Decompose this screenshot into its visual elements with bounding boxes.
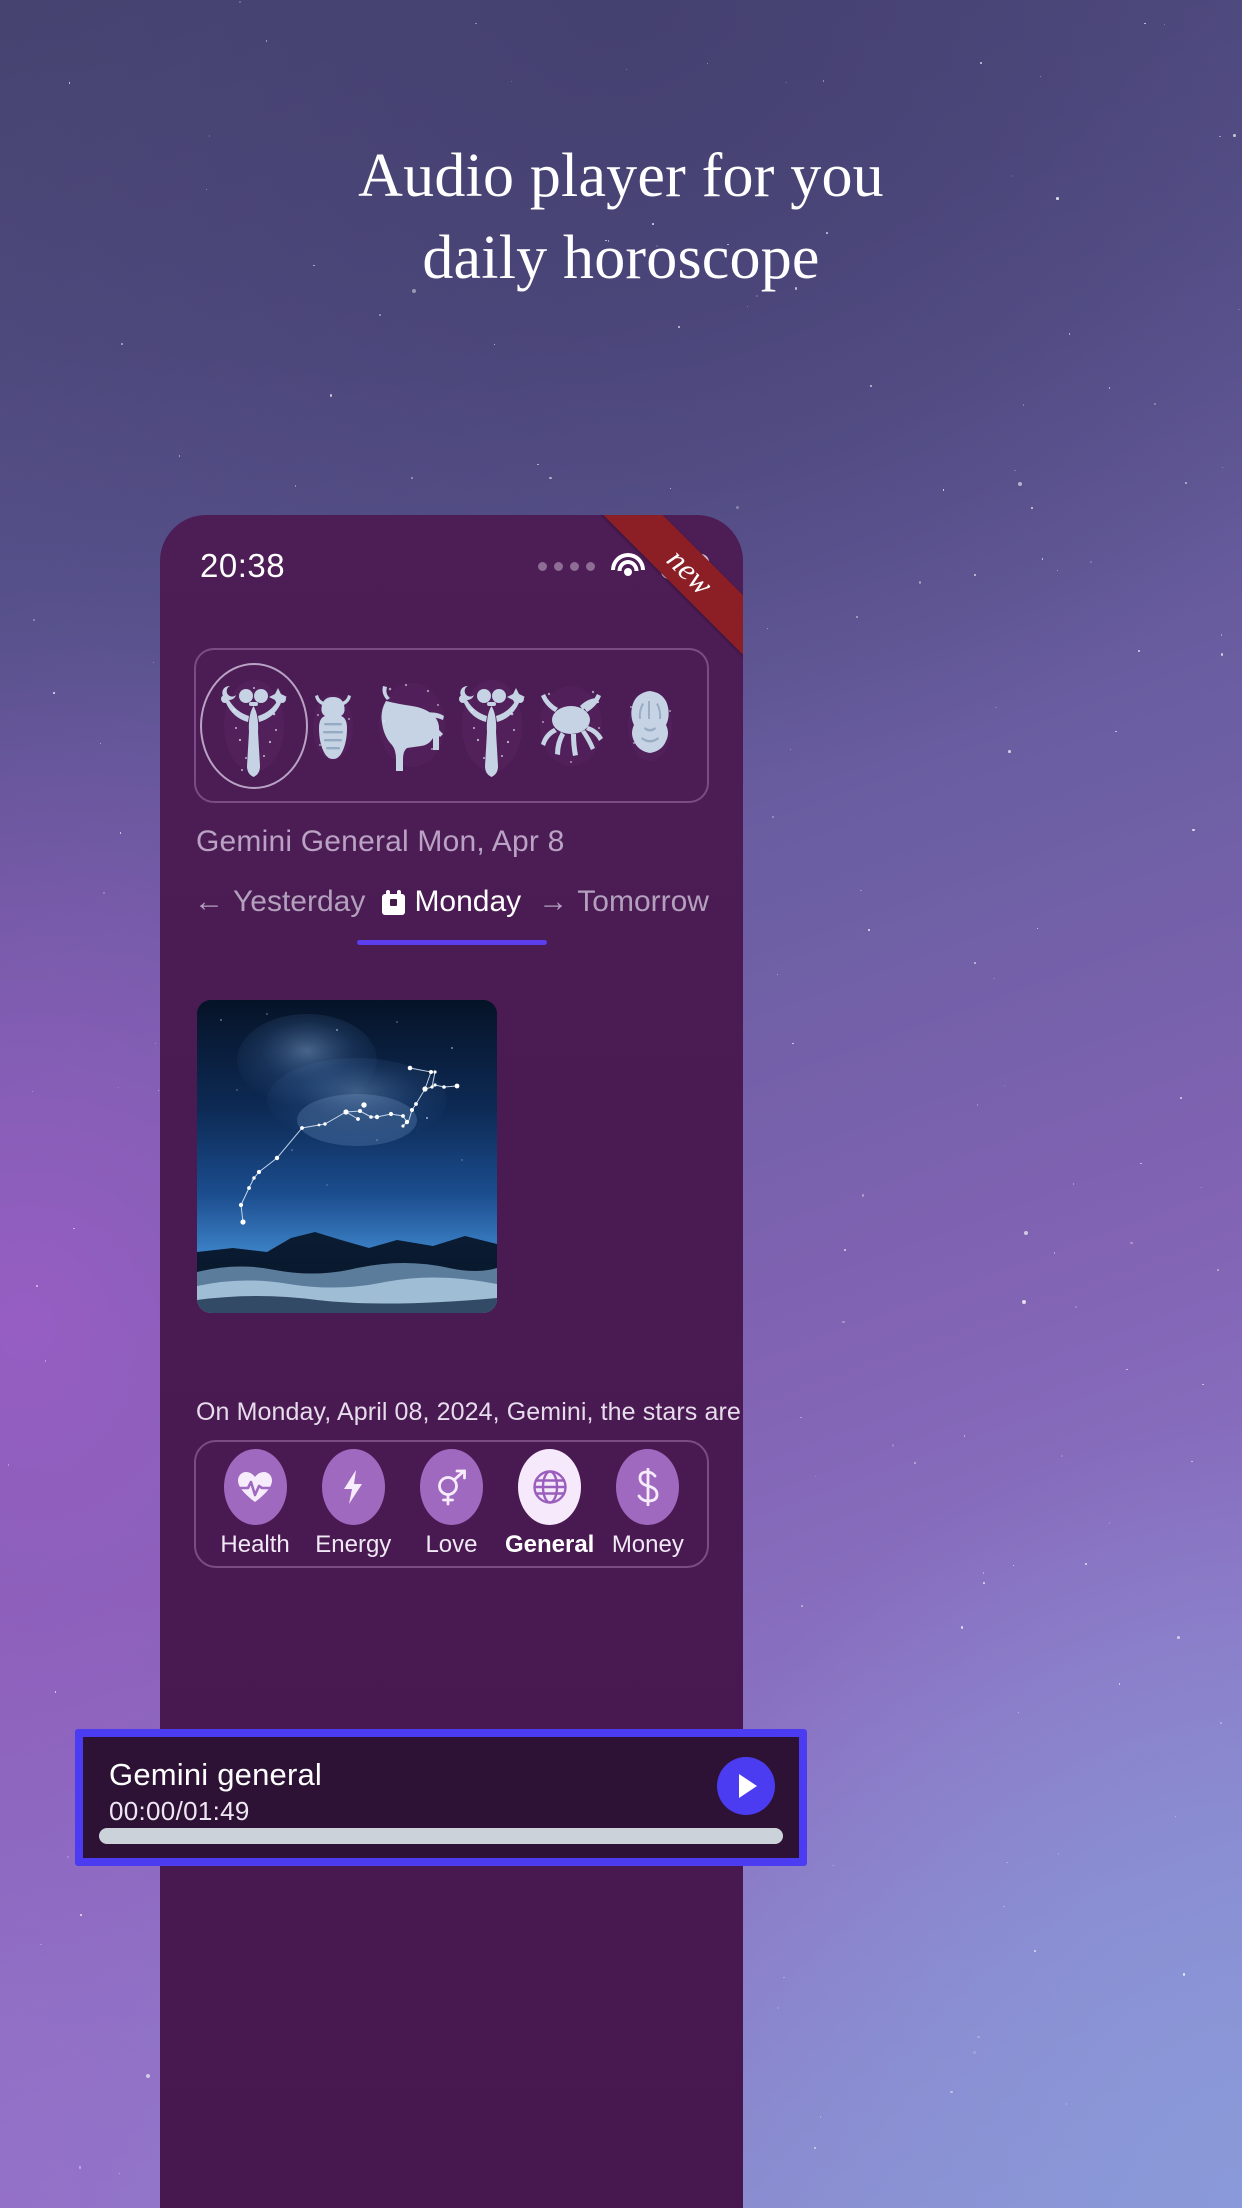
horoscope-caption: Gemini General Mon, Apr 8: [196, 825, 565, 858]
audio-player[interactable]: Gemini general 00:00/01:49: [75, 1729, 807, 1866]
tab-yesterday[interactable]: ← Yesterday: [194, 885, 365, 933]
page-title: Audio player for you daily horoscope: [0, 136, 1242, 300]
zodiac-sign-selector[interactable]: [160, 648, 743, 803]
category-love-label: Love: [425, 1531, 478, 1558]
audio-progress-bar[interactable]: [99, 1828, 783, 1844]
category-selector: Health Energy Love General Money: [194, 1440, 709, 1568]
category-energy[interactable]: Energy: [311, 1449, 395, 1559]
status-bar-clock: 20:38: [200, 547, 286, 584]
heartbeat-icon: [223, 1449, 287, 1525]
category-health[interactable]: Health: [213, 1449, 297, 1559]
play-icon: [739, 1774, 757, 1798]
page-title-line-2: daily horoscope: [422, 223, 820, 292]
category-health-label: Health: [220, 1531, 290, 1558]
lightning-icon: [321, 1449, 385, 1525]
arrow-left-icon: ←: [194, 885, 224, 918]
category-general-label: General: [504, 1531, 595, 1558]
tab-tomorrow[interactable]: → Tomorrow: [538, 885, 709, 933]
category-money-label: Money: [611, 1531, 684, 1558]
constellation-image: [197, 1000, 497, 1313]
zodiac-sign-leo[interactable]: [610, 663, 689, 789]
day-navigation-tabs: ← Yesterday Monday → Tomorrow: [160, 885, 743, 945]
audio-player-time: 00:00/01:49: [109, 1796, 250, 1826]
zodiac-sign-gemini[interactable]: [452, 663, 531, 789]
page-title-line-1: Audio player for you: [358, 142, 884, 210]
battery-icon: [661, 553, 713, 579]
zodiac-sign-aries[interactable]: [293, 663, 372, 789]
zodiac-sign-cancer[interactable]: [531, 663, 610, 789]
status-bar-icons: [538, 553, 713, 579]
globe-icon: [518, 1449, 582, 1525]
phone-mockup: 20:38 new Gemini General Mon, Apr 8 ← Ye…: [160, 515, 743, 2208]
arrow-right-icon: →: [538, 885, 569, 918]
tab-monday[interactable]: Monday: [356, 885, 547, 945]
wifi-icon: [611, 553, 645, 579]
audio-player-title: Gemini general: [109, 1757, 323, 1792]
play-button[interactable]: [717, 1757, 775, 1815]
zodiac-sign-gemini-selected[interactable]: [214, 663, 293, 789]
category-general[interactable]: General: [504, 1449, 595, 1559]
gender-icon: [419, 1449, 483, 1525]
category-love[interactable]: Love: [409, 1449, 493, 1559]
category-money[interactable]: Money: [606, 1449, 690, 1559]
horoscope-text: On Monday, April 08, 2024, Gemini, the s…: [196, 1398, 741, 1426]
zodiac-sign-taurus[interactable]: [372, 663, 452, 789]
active-tab-underline: [356, 940, 547, 945]
dollar-icon: [616, 1449, 680, 1525]
tab-monday-label: Monday: [414, 885, 522, 918]
tab-tomorrow-label: Tomorrow: [577, 885, 709, 918]
signal-dots-icon: [538, 561, 595, 571]
tab-yesterday-label: Yesterday: [233, 885, 366, 918]
category-energy-label: Energy: [315, 1531, 392, 1558]
calendar-icon: [382, 889, 406, 915]
status-bar: 20:38: [160, 515, 743, 603]
